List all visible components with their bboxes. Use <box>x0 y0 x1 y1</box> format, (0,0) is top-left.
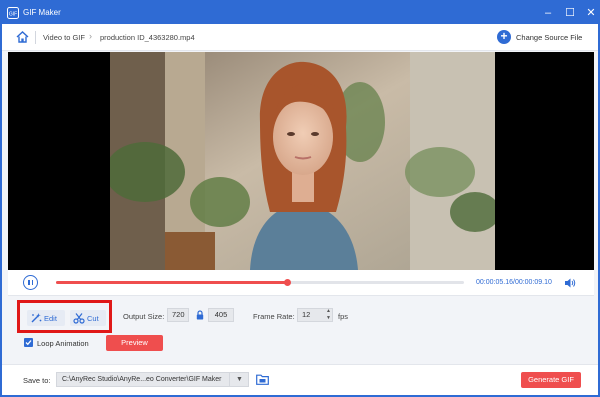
edit-label: Edit <box>44 314 57 323</box>
loop-animation-label[interactable]: Loop Animation <box>37 339 89 348</box>
app-logo-icon: GIF <box>7 7 19 19</box>
progress-fill <box>56 281 288 284</box>
close-icon[interactable]: ✕ <box>583 5 599 21</box>
loop-animation-checkbox[interactable] <box>24 338 33 347</box>
save-path-value: C:\AnyRec Studio\AnyRe...eo Converter\GI… <box>62 376 222 383</box>
edit-button[interactable]: Edit <box>27 310 65 326</box>
cut-button[interactable]: Cut <box>70 310 106 326</box>
frame-rate-label: Frame Rate: <box>253 312 295 321</box>
save-path-select[interactable]: C:\AnyRec Studio\AnyRe...eo Converter\GI… <box>56 372 249 387</box>
current-time: 00:00:05.16 <box>476 279 513 286</box>
progress-track[interactable] <box>56 279 464 286</box>
video-frame <box>110 52 495 270</box>
playback-bar: 00:00:05.16/00:00:09.10 <box>8 270 594 296</box>
home-icon[interactable] <box>16 31 29 43</box>
output-width-input[interactable]: 720 <box>167 308 189 322</box>
time-display: 00:00:05.16/00:00:09.10 <box>476 279 552 286</box>
output-size-label: Output Size: <box>123 312 165 321</box>
title-bar: GIF GIF Maker – ☐ ✕ <box>2 2 598 24</box>
save-to-label: Save to: <box>23 376 51 385</box>
svg-text:GIF: GIF <box>9 12 17 18</box>
chevron-down-icon[interactable]: ▼ <box>229 373 249 386</box>
chevron-right-icon: › <box>89 31 92 41</box>
frame-rate-stepper[interactable]: ▲ ▼ <box>324 308 333 322</box>
minimize-icon[interactable]: – <box>540 5 556 21</box>
total-time: 00:00:09.10 <box>514 279 552 286</box>
window-title: GIF Maker <box>23 8 61 17</box>
chevron-down-icon[interactable]: ▼ <box>324 315 333 322</box>
gif-settings-panel: Edit Cut Output Size: 720 405 Frame Rate… <box>8 297 594 359</box>
generate-gif-button[interactable]: Generate GIF <box>521 372 581 388</box>
breadcrumb-filename: production ID_4363280.mp4 <box>100 33 195 42</box>
plus-circle-icon: + <box>497 30 511 44</box>
preview-button[interactable]: Preview <box>106 335 163 351</box>
maximize-icon[interactable]: ☐ <box>562 5 578 21</box>
breadcrumb-divider <box>35 31 36 44</box>
fps-label: fps <box>338 312 349 321</box>
save-bar: Save to: C:\AnyRec Studio\AnyRe...eo Con… <box>2 364 598 395</box>
change-source-file-label: Change Source File <box>516 33 583 42</box>
breadcrumb: Video to GIF › production ID_4363280.mp4… <box>2 24 598 51</box>
checkmark-icon <box>25 340 32 346</box>
video-preview[interactable] <box>8 52 594 270</box>
gif-maker-window: GIF GIF Maker – ☐ ✕ Video to GIF › produ… <box>0 0 600 397</box>
pause-button[interactable] <box>23 275 38 290</box>
scissors-icon <box>73 313 85 324</box>
cut-label: Cut <box>87 314 99 323</box>
progress-handle[interactable] <box>283 279 291 286</box>
lock-icon[interactable] <box>196 310 204 320</box>
breadcrumb-video-to-gif[interactable]: Video to GIF <box>43 33 85 42</box>
volume-icon[interactable] <box>564 277 576 289</box>
magic-wand-icon <box>31 313 42 323</box>
chevron-up-icon[interactable]: ▲ <box>324 308 333 315</box>
output-height-input[interactable]: 405 <box>208 308 234 322</box>
folder-icon[interactable] <box>256 374 269 385</box>
